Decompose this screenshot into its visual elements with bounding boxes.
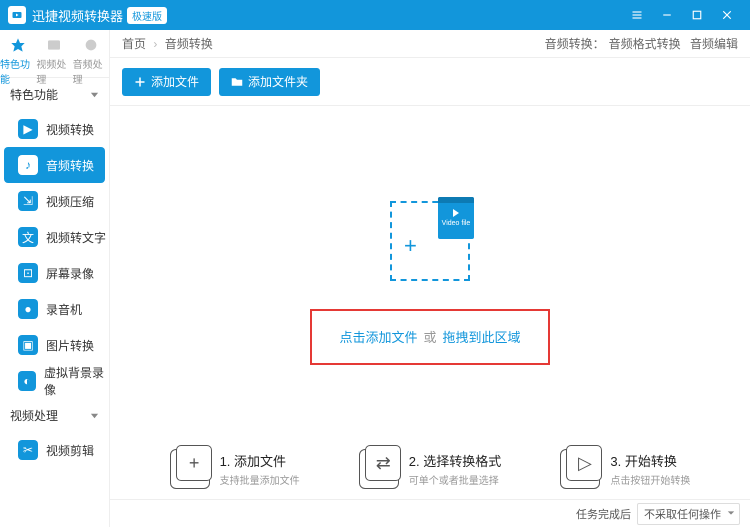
nav-video-convert[interactable]: ▶视频转换 [0,111,109,147]
cut-icon: ✂ [18,440,38,460]
step-3: ▷ 3. 开始转换点击按钮开始转换 [560,449,690,489]
step2-icon: ⇄ [359,449,399,489]
section-features[interactable]: 特色功能 [0,78,109,111]
video-icon: ▶ [18,119,38,139]
title-bar: 迅捷视频转换器 极速版 [0,0,750,30]
nav-video-compress[interactable]: ⇲视频压缩 [0,183,109,219]
category-tabs: 特色功能 视频处理 音频处理 [0,30,109,78]
drag-hint: 拖拽到此区域 [443,327,521,346]
add-file-button[interactable]: 添加文件 [122,68,211,96]
chevron-down-icon [90,411,99,420]
dropzone[interactable]: + Video file [390,201,470,281]
plus-icon: + [404,233,417,259]
footer-bar: 任务完成后 不采取任何操作 [110,499,750,527]
menu-icon[interactable] [622,0,652,30]
breadcrumb-current: 音频转换 [165,37,213,51]
step-1: + 1. 添加文件支持批量添加文件 [170,449,300,489]
add-folder-button[interactable]: 添加文件夹 [219,68,320,96]
window-controls [622,0,742,30]
nav-audio-record[interactable]: ●录音机 [0,291,109,327]
breadcrumb-bar: 首页 › 音频转换 音频转换：音频格式转换 音频编辑 [110,30,750,58]
drop-canvas[interactable]: + Video file 点击添加文件 或 拖拽到此区域 + 1. 添加文件支持… [110,106,750,499]
nav-screen-record[interactable]: ⊡屏幕录像 [0,255,109,291]
sublink-format[interactable]: 音频格式转换 [609,37,681,51]
section-video-proc[interactable]: 视频处理 [0,399,109,432]
plus-icon [134,76,146,88]
edition-badge: 极速版 [127,7,167,24]
add-hint-box: 点击添加文件 或 拖拽到此区域 [310,309,550,365]
app-title: 迅捷视频转换器 [32,6,123,25]
close-icon[interactable] [712,0,742,30]
nav-video-trim[interactable]: ✂视频剪辑 [0,432,109,468]
step1-icon: + [170,449,210,489]
breadcrumb-home[interactable]: 首页 [122,37,146,51]
step3-icon: ▷ [560,449,600,489]
image-icon: ▣ [18,335,38,355]
screen-icon: ⊡ [18,263,38,283]
steps-guide: + 1. 添加文件支持批量添加文件 ⇄ 2. 选择转换格式可单个或者批量选择 ▷… [110,449,750,489]
text-icon: 文 [18,227,38,247]
click-add-link[interactable]: 点击添加文件 [339,327,417,346]
chevron-down-icon [90,90,99,99]
nav-video-to-text[interactable]: 文视频转文字 [0,219,109,255]
bg-icon: ◐ [18,371,36,391]
nav-image-convert[interactable]: ▣图片转换 [0,327,109,363]
star-icon [9,36,27,54]
toolbar: 添加文件 添加文件夹 [110,58,750,106]
minimize-icon[interactable] [652,0,682,30]
nav-audio-convert[interactable]: ♪音频转换 [4,147,105,183]
film-icon [45,36,63,54]
after-task-select[interactable]: 不采取任何操作 [637,503,740,525]
compress-icon: ⇲ [18,191,38,211]
sub-links: 音频转换：音频格式转换 音频编辑 [545,35,738,52]
app-logo [8,6,26,24]
audio-icon: ♪ [18,155,38,175]
breadcrumb: 首页 › 音频转换 [122,35,213,52]
sublink-edit[interactable]: 音频编辑 [690,37,738,51]
maximize-icon[interactable] [682,0,712,30]
mic-icon: ● [18,299,38,319]
sidebar: 特色功能 视频处理 音频处理 特色功能 ▶视频转换 ♪音频转换 ⇲视频压缩 文视… [0,30,110,527]
folder-icon [231,76,243,88]
main-panel: 首页 › 音频转换 音频转换：音频格式转换 音频编辑 添加文件 添加文件夹 + [110,30,750,527]
chevron-down-icon [727,509,735,517]
step-2: ⇄ 2. 选择转换格式可单个或者批量选择 [359,449,501,489]
video-file-icon: Video file [438,197,474,239]
footer-label: 任务完成后 [576,506,631,522]
nav-virtual-bg[interactable]: ◐虚拟背景录像 [0,363,109,399]
music-icon [82,36,100,54]
